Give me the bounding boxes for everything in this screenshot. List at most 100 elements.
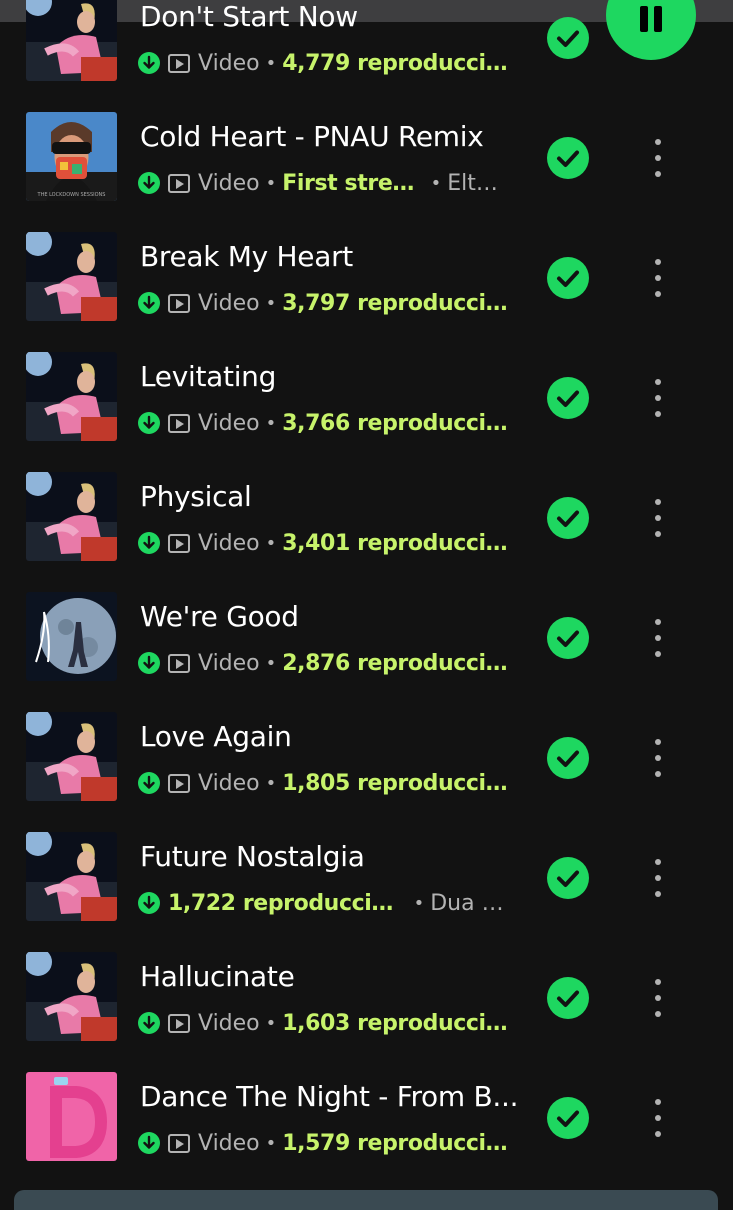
more-options-icon [655, 411, 661, 417]
album-cover [26, 592, 117, 681]
check-icon [557, 870, 579, 887]
video-icon [168, 293, 190, 313]
more-options-icon [655, 1099, 661, 1105]
video-label: Video [198, 50, 260, 76]
download-icon [138, 1012, 160, 1034]
more-options-button[interactable] [643, 375, 673, 421]
download-icon [138, 412, 160, 434]
more-options-icon [655, 531, 661, 537]
video-icon [168, 1013, 190, 1033]
download-icon [138, 772, 160, 794]
more-options-button[interactable] [643, 975, 673, 1021]
track-row[interactable]: Hallucinate Video • 1,603 reproduccio... [0, 940, 733, 1060]
video-label: Video [198, 770, 260, 796]
more-options-icon [655, 139, 661, 145]
track-title: Future Nostalgia [140, 840, 365, 873]
saved-check-button[interactable] [547, 17, 589, 59]
play-count: 1,805 reproduccio... [282, 770, 508, 796]
download-icon [138, 1132, 160, 1154]
saved-check-button[interactable] [547, 977, 589, 1019]
video-label: Video [198, 1010, 260, 1036]
check-icon [557, 30, 579, 47]
separator-dot: • [265, 52, 277, 74]
saved-check-button[interactable] [547, 497, 589, 539]
saved-check-button[interactable] [547, 857, 589, 899]
track-title: Cold Heart - PNAU Remix [140, 120, 484, 153]
video-icon [168, 413, 190, 433]
track-row[interactable]: THE LOCKDOWN SESSIONS Cold Heart - PNAU R… [0, 100, 733, 220]
video-icon [168, 773, 190, 793]
more-options-icon [655, 515, 661, 521]
saved-check-button[interactable] [547, 257, 589, 299]
more-options-icon [655, 1115, 661, 1121]
video-icon [168, 653, 190, 673]
track-meta: Video • 1,579 reproduccio... [138, 1129, 508, 1157]
play-count: 1,603 reproduccio... [282, 1010, 508, 1036]
separator-dot: • [265, 172, 277, 194]
download-icon [138, 532, 160, 554]
check-icon [557, 990, 579, 1007]
track-row[interactable]: Future Nostalgia 1,722 reproducciones • Dua… [0, 820, 733, 940]
more-options-icon [655, 155, 661, 161]
more-options-icon [655, 619, 661, 625]
separator-dot: • [413, 892, 425, 914]
more-options-button[interactable] [643, 135, 673, 181]
saved-check-button[interactable] [547, 737, 589, 779]
more-options-icon [655, 859, 661, 865]
artist-name: Elto... [447, 170, 508, 196]
track-row[interactable]: Break My Heart Video • 3,797 reproduccio... [0, 220, 733, 340]
pause-icon [654, 6, 662, 32]
separator-dot: • [265, 652, 277, 674]
saved-check-button[interactable] [547, 137, 589, 179]
track-row[interactable]: Dance The Night - From B... Video • 1,579 r… [0, 1060, 733, 1180]
check-icon [557, 750, 579, 767]
track-title: Don't Start Now [140, 0, 358, 33]
video-icon [168, 53, 190, 73]
separator-dot: • [265, 1132, 277, 1154]
more-options-button[interactable] [643, 855, 673, 901]
more-options-icon [655, 379, 661, 385]
svg-text:THE LOCKDOWN SESSIONS: THE LOCKDOWN SESSIONS [37, 192, 106, 198]
track-meta: Video • 1,805 reproduccio... [138, 769, 508, 797]
saved-check-button[interactable] [547, 1097, 589, 1139]
track-title: Levitating [140, 360, 277, 393]
saved-check-button[interactable] [547, 377, 589, 419]
play-count: 4,779 reproduccio... [282, 50, 508, 76]
more-options-icon [655, 979, 661, 985]
more-options-button[interactable] [643, 255, 673, 301]
album-cover [26, 232, 117, 321]
download-icon [138, 292, 160, 314]
video-label: Video [198, 290, 260, 316]
more-options-icon [655, 635, 661, 641]
track-meta: Video • 3,401 reproduccio... [138, 529, 508, 557]
play-count: 3,797 reproduccio... [282, 290, 508, 316]
video-label: Video [198, 1130, 260, 1156]
track-row[interactable]: Levitating Video • 3,766 reproduccio... [0, 340, 733, 460]
play-count: First stream [282, 170, 425, 196]
more-options-icon [655, 995, 661, 1001]
separator-dot: • [265, 532, 277, 554]
track-row[interactable]: Physical Video • 3,401 reproduccio... [0, 460, 733, 580]
more-options-button[interactable] [643, 615, 673, 661]
more-options-icon [655, 1011, 661, 1017]
separator-dot: • [265, 1012, 277, 1034]
saved-check-button[interactable] [547, 617, 589, 659]
more-options-button[interactable] [643, 1095, 673, 1141]
track-row[interactable]: We're Good Video • 2,876 reproducci... [0, 580, 733, 700]
track-meta: Video • 2,876 reproducci... [138, 649, 508, 677]
check-icon [557, 630, 579, 647]
play-count: 1,722 reproducciones [168, 890, 408, 916]
check-icon [557, 270, 579, 287]
track-title: Physical [140, 480, 252, 513]
separator-dot: • [265, 292, 277, 314]
download-icon [138, 52, 160, 74]
track-title: Break My Heart [140, 240, 353, 273]
track-meta: Video • 4,779 reproduccio... [138, 49, 508, 77]
track-row[interactable]: Love Again Video • 1,805 reproduccio... [0, 700, 733, 820]
more-options-button[interactable] [643, 735, 673, 781]
more-options-icon [655, 755, 661, 761]
video-icon [168, 533, 190, 553]
check-icon [557, 150, 579, 167]
play-count: 3,766 reproduccio... [282, 410, 508, 436]
more-options-button[interactable] [643, 495, 673, 541]
